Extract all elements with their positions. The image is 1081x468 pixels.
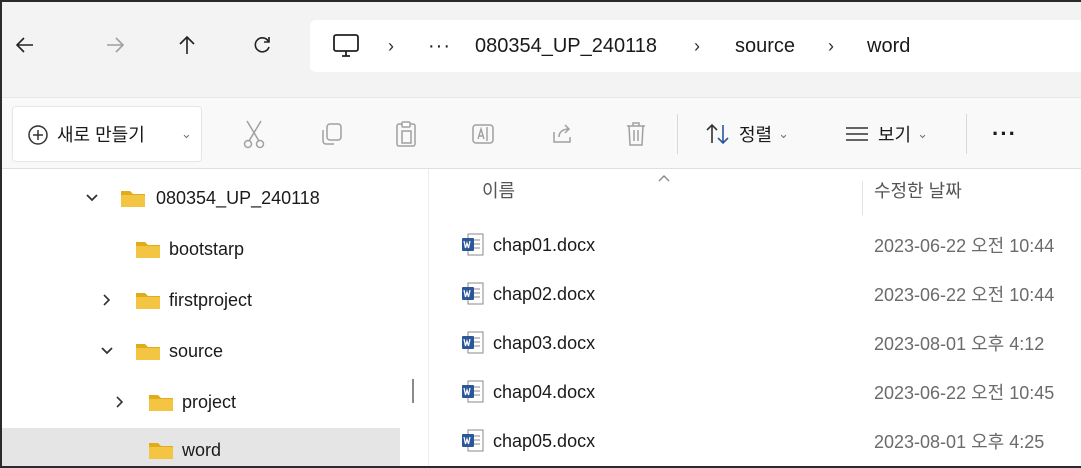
file-row[interactable]: chap02.docx 2023-06-22 오전 10:44 — [429, 269, 1081, 319]
refresh-button[interactable] — [247, 30, 277, 60]
sort-icon — [706, 123, 729, 145]
rename-icon — [472, 124, 494, 144]
tree-item-label: firstproject — [169, 289, 253, 310]
more-crumbs-button[interactable]: ··· — [428, 20, 451, 72]
share-icon — [553, 124, 571, 143]
file-name: chap05.docx — [493, 430, 596, 451]
file-modified: 2023-06-22 오전 10:44 — [874, 285, 1055, 305]
breadcrumb-separator[interactable]: › — [828, 20, 834, 72]
navigation-pane: 080354_UP_240118 bootstarp firstproject … — [2, 169, 402, 466]
chevron-right-icon[interactable] — [97, 290, 117, 310]
column-divider[interactable] — [862, 181, 863, 215]
file-row[interactable]: chap01.docx 2023-06-22 오전 10:44 — [429, 220, 1081, 270]
forward-button[interactable] — [100, 30, 130, 60]
navigation-bar: › ··· 080354_UP_240118 › source › word — [2, 2, 1081, 97]
more-options-button[interactable]: ··· — [992, 98, 1017, 170]
tree-item-label: word — [182, 439, 222, 460]
chevron-down-icon[interactable] — [82, 188, 102, 208]
folder-icon — [121, 191, 145, 207]
plus-circle-icon — [28, 125, 48, 145]
column-header-name[interactable]: 이름 — [482, 177, 515, 203]
new-button-label: 새로 만들기 — [57, 125, 145, 145]
breadcrumb-item-current[interactable]: word — [867, 20, 910, 72]
breadcrumb-separator[interactable]: › — [388, 20, 394, 72]
word-document-icon — [462, 233, 484, 256]
command-bar: 새로 만들기 ⌄ 정렬 ⌄ 보기 ⌄ ··· — [2, 97, 1081, 169]
column-header-modified[interactable]: 수정한 날짜 — [874, 177, 962, 203]
toolbar-divider — [677, 114, 678, 154]
word-document-icon — [462, 380, 484, 403]
chevron-down-icon: ⌄ — [181, 126, 192, 141]
sort-ascending-icon — [657, 169, 671, 185]
file-name: chap04.docx — [493, 381, 596, 402]
arrow-right-icon — [107, 37, 125, 53]
breadcrumb-item[interactable]: 080354_UP_240118 — [475, 20, 657, 72]
delete-button[interactable] — [624, 98, 648, 170]
up-button[interactable] — [172, 30, 202, 60]
file-list: 이름 수정한 날짜 chap01.docx 2023-06-22 오전 10:4… — [429, 169, 1081, 466]
file-explorer-window: › ··· 080354_UP_240118 › source › word 새… — [0, 0, 1081, 468]
sort-label: 정렬 — [739, 125, 773, 145]
new-button[interactable]: 새로 만들기 ⌄ — [12, 106, 202, 162]
copy-button[interactable] — [320, 98, 344, 170]
file-modified: 2023-06-22 오전 10:45 — [874, 383, 1055, 403]
refresh-icon — [254, 37, 270, 53]
file-modified: 2023-08-01 오후 4:25 — [874, 432, 1045, 452]
chevron-down-icon: ⌄ — [917, 126, 929, 141]
tree-item-source[interactable]: source — [2, 326, 400, 376]
arrow-left-icon — [15, 37, 33, 53]
folder-icon — [136, 344, 160, 360]
arrow-up-icon — [179, 35, 195, 54]
word-document-icon — [462, 282, 484, 305]
monitor-icon — [333, 34, 359, 57]
paste-button[interactable] — [394, 98, 418, 170]
folder-icon — [136, 242, 160, 258]
view-label: 보기 — [878, 125, 912, 145]
file-name: chap01.docx — [493, 234, 596, 255]
file-modified: 2023-08-01 오후 4:12 — [874, 334, 1045, 354]
share-button[interactable] — [550, 98, 574, 170]
file-modified: 2023-06-22 오전 10:44 — [874, 236, 1055, 256]
chevron-down-icon: ⌄ — [778, 126, 790, 141]
address-bar[interactable]: › ··· 080354_UP_240118 › source › word — [310, 20, 1081, 72]
tree-item-080354-up-240118[interactable]: 080354_UP_240118 — [2, 173, 400, 223]
tree-item-firstproject[interactable]: firstproject — [2, 275, 400, 325]
tree-item-label: bootstarp — [169, 238, 245, 259]
word-document-icon — [462, 331, 484, 354]
rename-button[interactable] — [471, 98, 495, 170]
copy-icon — [322, 123, 342, 145]
chevron-down-icon[interactable] — [97, 341, 117, 361]
tree-item-word[interactable]: word — [2, 428, 400, 466]
pane-splitter[interactable] — [412, 379, 414, 403]
tree-item-bootstarp[interactable]: bootstarp — [2, 224, 400, 274]
sort-button[interactable]: 정렬 ⌄ — [705, 98, 789, 170]
scissors-icon — [243, 120, 265, 149]
file-row[interactable]: chap03.docx 2023-08-01 오후 4:12 — [429, 318, 1081, 368]
list-view-icon — [846, 127, 868, 141]
trash-icon — [627, 122, 645, 146]
file-name: chap03.docx — [493, 332, 596, 353]
file-name: chap02.docx — [493, 283, 596, 304]
breadcrumb-item[interactable]: source — [735, 20, 795, 72]
clipboard-icon — [396, 121, 416, 147]
tree-item-project[interactable]: project — [2, 377, 400, 427]
tree-item-label: 080354_UP_240118 — [156, 187, 320, 208]
back-button[interactable] — [10, 30, 40, 60]
folder-icon — [149, 395, 173, 411]
chevron-right-icon[interactable] — [110, 392, 130, 412]
file-row[interactable]: chap05.docx 2023-08-01 오후 4:25 — [429, 416, 1081, 466]
computer-crumb[interactable] — [332, 20, 360, 72]
breadcrumb-separator[interactable]: › — [694, 20, 700, 72]
cut-button[interactable] — [242, 98, 266, 170]
file-row[interactable]: chap04.docx 2023-06-22 오전 10:45 — [429, 367, 1081, 417]
view-button[interactable]: 보기 ⌄ — [844, 98, 928, 170]
folder-icon — [149, 443, 173, 459]
word-document-icon — [462, 429, 484, 452]
folder-icon — [136, 293, 160, 309]
tree-item-label: source — [169, 340, 224, 361]
toolbar-divider — [966, 114, 967, 154]
tree-item-label: project — [182, 391, 237, 412]
